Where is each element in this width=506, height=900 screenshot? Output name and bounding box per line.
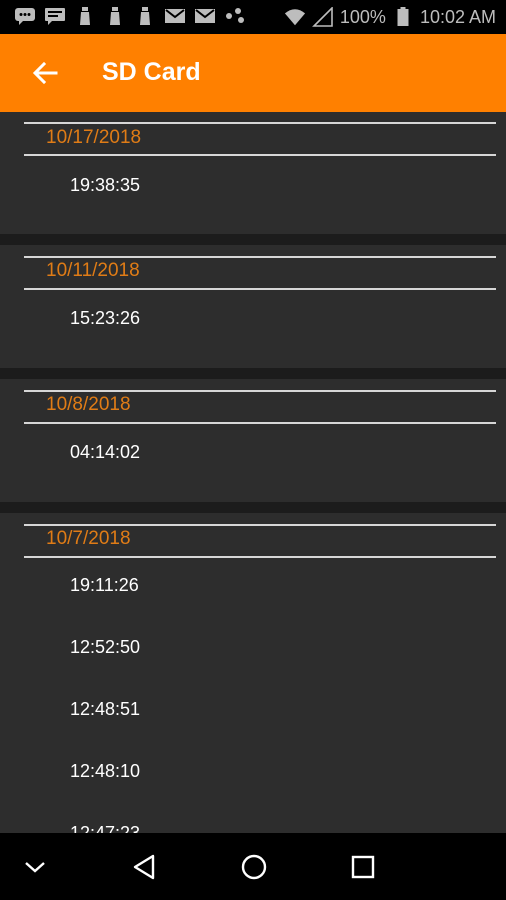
recording-time-item[interactable]: 12:47:23: [70, 821, 140, 833]
chevron-down-icon: [25, 862, 45, 873]
system-icons: 100% 10:02 AM: [284, 6, 496, 28]
dots-icon: [224, 6, 246, 26]
hide-keyboard-button[interactable]: [19, 851, 51, 883]
day-group: 10/17/2018 19:38:35: [0, 112, 506, 234]
battery-percent: 100%: [339, 7, 386, 27]
nav-recents-button[interactable]: [347, 851, 379, 883]
day-group: 10/11/2018 15:23:26: [0, 245, 506, 368]
divider: [24, 422, 496, 424]
clock: 10:02 AM: [419, 7, 496, 27]
recording-time-item[interactable]: 19:11:26: [70, 573, 139, 597]
nav-home-button[interactable]: [238, 851, 270, 883]
bottle-icon: [74, 6, 96, 26]
divider: [24, 288, 496, 290]
divider: [24, 524, 496, 526]
day-date: 10/11/2018: [46, 260, 140, 281]
bottle-icon: [134, 6, 156, 26]
notification-icons: [14, 6, 246, 26]
arrow-left-icon: [32, 61, 58, 85]
recents-square-icon: [351, 855, 375, 879]
mail-icon: [164, 6, 186, 26]
day-date: 10/17/2018: [46, 127, 142, 148]
divider: [24, 154, 496, 156]
app-bar: SD Card: [0, 34, 506, 112]
message-icon: [44, 6, 66, 26]
back-triangle-icon: [133, 854, 155, 880]
back-button[interactable]: [30, 58, 60, 88]
day-date: 10/7/2018: [46, 528, 131, 549]
home-circle-icon: [241, 854, 267, 880]
bottle-icon: [104, 6, 126, 26]
recording-time-item[interactable]: 12:48:51: [70, 697, 140, 721]
status-bar: 100% 10:02 AM: [0, 0, 506, 34]
navigation-bar: [0, 833, 506, 900]
nav-back-button[interactable]: [128, 851, 160, 883]
chat-icon: [14, 6, 36, 26]
day-date: 10/8/2018: [46, 394, 131, 415]
wifi-icon: [284, 7, 306, 27]
battery-icon: [392, 7, 414, 27]
recording-time-item[interactable]: 12:52:50: [70, 635, 140, 659]
day-group: 10/7/2018 19:11:26 12:52:50 12:48:51 12:…: [0, 513, 506, 833]
divider: [24, 256, 496, 258]
mail-icon: [194, 6, 216, 26]
recordings-list[interactable]: 10/17/2018 19:38:35 10/11/2018 15:23:26 …: [0, 112, 506, 833]
signal-icon: [311, 7, 334, 27]
recording-time-item[interactable]: 15:23:26: [70, 306, 140, 330]
day-group: 10/8/2018 04:14:02: [0, 379, 506, 502]
page-title: SD Card: [102, 58, 201, 86]
divider: [24, 556, 496, 558]
divider: [24, 390, 496, 392]
recording-time-item[interactable]: 12:48:10: [70, 759, 140, 783]
recording-time-item[interactable]: 04:14:02: [70, 440, 140, 464]
recording-time-item[interactable]: 19:38:35: [70, 173, 140, 197]
divider: [24, 122, 496, 124]
